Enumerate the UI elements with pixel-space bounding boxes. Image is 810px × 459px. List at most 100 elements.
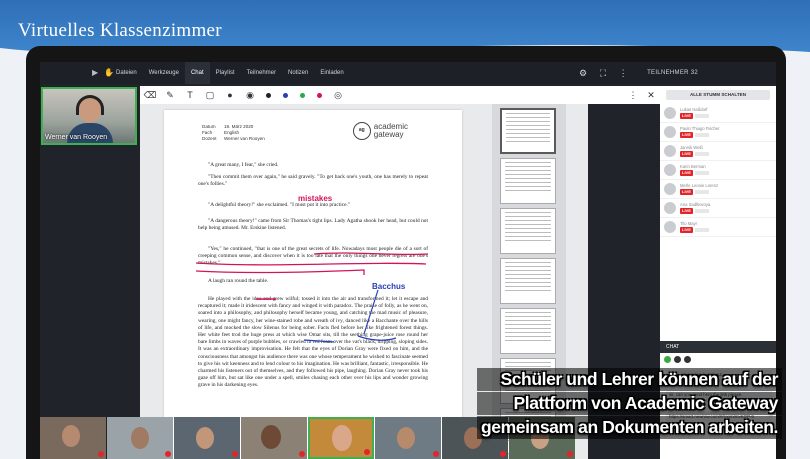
- camera-icon[interactable]: ▶: [86, 62, 98, 84]
- participant-info: Paulo Thiago Fischer LIVE: [680, 126, 720, 138]
- chat-option-icon[interactable]: [684, 356, 691, 363]
- color-green[interactable]: [300, 92, 305, 98]
- annotation-bacchus: Bacchus: [372, 282, 406, 291]
- caption-line: Schüler und Lehrer können auf der: [476, 368, 782, 391]
- student-head: [332, 425, 352, 451]
- participant-controls[interactable]: [694, 189, 709, 194]
- eraser-icon[interactable]: ⌫: [140, 90, 160, 101]
- student-video-tile[interactable]: [174, 417, 240, 459]
- participants-count-label: TEILNEHMER 32: [647, 70, 698, 76]
- mic-muted-icon: [299, 451, 305, 457]
- student-video-tile[interactable]: [241, 417, 307, 459]
- pen-annotations: [195, 252, 429, 453]
- top-menu-bar: ▶ ✋ Dateien Werkzeuge Chat Playlist Teil…: [40, 62, 776, 84]
- page-thumbnail[interactable]: [500, 158, 556, 204]
- menu-item-chat[interactable]: Chat: [184, 62, 210, 84]
- participant-controls[interactable]: [694, 113, 709, 118]
- live-badge[interactable]: LIVE: [680, 132, 693, 138]
- color-black[interactable]: [266, 92, 271, 98]
- menu-item-tools[interactable]: Werkzeuge: [143, 62, 185, 84]
- document-page[interactable]: Datum 19. März 2020 Fach English Dozent Wer…: [164, 110, 462, 459]
- teacher-video-tile[interactable]: Werner van Rooyen: [41, 87, 137, 145]
- avatar: [664, 202, 676, 214]
- student-head: [196, 427, 214, 449]
- doc-toolbar-right: ⋮ ✕: [624, 90, 660, 101]
- text-tool-icon[interactable]: T: [180, 90, 200, 100]
- student-head: [62, 425, 80, 447]
- document-toolbar: ⌫ ✎ T ▢ ● ◉ ◎ ⋮ ✕: [140, 86, 660, 104]
- stroke-size-icon-2[interactable]: ◉: [240, 90, 260, 101]
- student-video-tile-active[interactable]: [308, 417, 374, 459]
- pen-icon[interactable]: ✎: [160, 90, 180, 101]
- caption-line: Plattform von Academic Gateway: [476, 392, 782, 415]
- page-thumbnail[interactable]: [500, 258, 556, 304]
- mic-muted-icon: [165, 451, 171, 457]
- participant-info: Ana Sadlkovoya LIVE: [680, 202, 710, 214]
- participant-row[interactable]: Tilo Mayr LIVE: [660, 218, 776, 237]
- participant-info: Lukas Haßdorf LIVE: [680, 107, 709, 119]
- menu-item-notes[interactable]: Notizen: [282, 62, 314, 84]
- avatar: [664, 107, 676, 119]
- mic-muted-icon: [232, 451, 238, 457]
- more-icon[interactable]: ⋮: [613, 68, 633, 79]
- participant-row[interactable]: Ana Sadlkovoya LIVE: [660, 199, 776, 218]
- page-thumbnail[interactable]: [500, 208, 556, 254]
- participant-controls[interactable]: [694, 132, 709, 137]
- live-badge[interactable]: LIVE: [680, 227, 693, 233]
- color-picker-icon[interactable]: ◎: [328, 90, 348, 101]
- student-head: [261, 425, 281, 449]
- menu-item-participants[interactable]: Teilnehmer: [241, 62, 282, 84]
- chat-header: CHAT: [660, 341, 776, 353]
- menu-item-playlist[interactable]: Playlist: [210, 62, 241, 84]
- fullscreen-icon[interactable]: ⛶: [593, 68, 613, 79]
- stroke-size-icon[interactable]: ●: [220, 90, 240, 100]
- mute-all-button[interactable]: ALLE STUMM SCHALTEN: [666, 90, 770, 100]
- menu-item-files[interactable]: Dateien: [110, 62, 143, 84]
- participant-row[interactable]: Jannik Weiß LIVE: [660, 142, 776, 161]
- chat-controls: [664, 356, 691, 363]
- participant-row[interactable]: Paulo Thiago Fischer LIVE: [660, 123, 776, 142]
- live-badge[interactable]: LIVE: [680, 151, 693, 157]
- banner-title: Virtuelles Klassenzimmer: [18, 20, 222, 41]
- mic-muted-icon: [98, 451, 104, 457]
- avatar: [664, 126, 676, 138]
- menu-right: ⚙ ⛶ ⋮ TEILNEHMER 32: [573, 62, 776, 84]
- student-head: [131, 427, 149, 449]
- color-blue[interactable]: [283, 92, 288, 98]
- avatar: [664, 145, 676, 157]
- participant-row[interactable]: Merle Leonie Lorenz LIVE: [660, 180, 776, 199]
- participant-info: Karin Berman LIVE: [680, 164, 709, 176]
- participant-row[interactable]: Karin Berman LIVE: [660, 161, 776, 180]
- chat-online-icon[interactable]: [664, 356, 671, 363]
- page-thumbnail[interactable]: [500, 308, 556, 354]
- teacher-name: Werner van Rooyen: [45, 134, 108, 141]
- menu-item-invite[interactable]: Einladen: [314, 62, 349, 84]
- participant-controls[interactable]: [694, 208, 709, 213]
- chat-option-icon[interactable]: [674, 356, 681, 363]
- hand-icon[interactable]: ✋: [98, 62, 114, 84]
- participant-controls[interactable]: [694, 170, 709, 175]
- color-red[interactable]: [317, 92, 322, 98]
- live-badge[interactable]: LIVE: [680, 113, 693, 119]
- student-video-tile[interactable]: [40, 417, 106, 459]
- shape-tool-icon[interactable]: ▢: [200, 90, 220, 101]
- participant-info: Merle Leonie Lorenz LIVE: [680, 183, 718, 195]
- gear-icon[interactable]: ⚙: [573, 68, 593, 79]
- page-thumbnail[interactable]: [500, 108, 556, 154]
- student-video-tile[interactable]: [107, 417, 173, 459]
- participant-row[interactable]: Lukas Haßdorf LIVE: [660, 104, 776, 123]
- mic-muted-icon: [500, 451, 506, 457]
- avatar: [664, 221, 676, 233]
- student-video-tile[interactable]: [375, 417, 441, 459]
- live-badge[interactable]: LIVE: [680, 189, 693, 195]
- live-badge[interactable]: LIVE: [680, 208, 693, 214]
- caption: Schüler und Lehrer können auf der Plattf…: [476, 368, 782, 440]
- mic-muted-icon: [567, 451, 573, 457]
- more-icon[interactable]: ⋮: [624, 90, 642, 101]
- participant-controls[interactable]: [694, 227, 709, 232]
- live-badge[interactable]: LIVE: [680, 170, 693, 176]
- avatar: [664, 183, 676, 195]
- participant-info: Jannik Weiß LIVE: [680, 145, 709, 157]
- participant-controls[interactable]: [694, 151, 709, 156]
- close-icon[interactable]: ✕: [642, 90, 660, 101]
